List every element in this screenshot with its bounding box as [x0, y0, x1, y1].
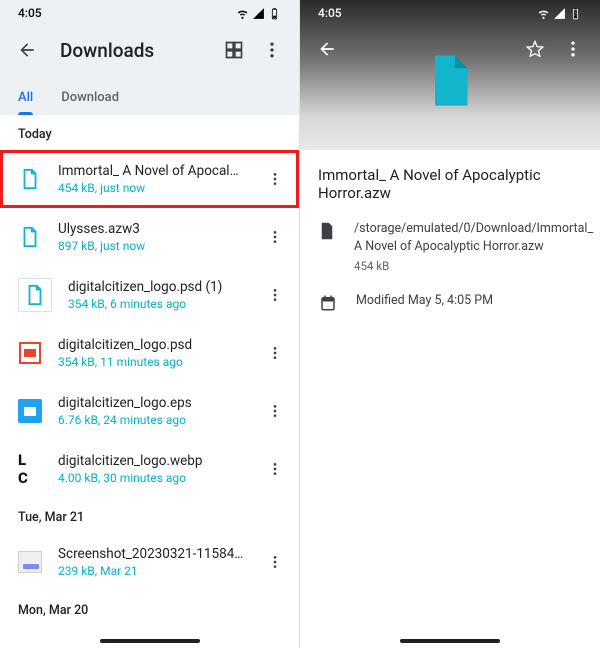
downloads-screen: 4:05 Downloads All Download: [0, 0, 300, 648]
file-meta: 239 kB, Mar 21: [58, 564, 245, 578]
signal-icon: [252, 7, 265, 20]
status-time: 4:05: [18, 6, 42, 20]
status-icons: [236, 7, 281, 20]
file-path-row: /storage/emulated/0/Download/Immortal_ A…: [318, 220, 582, 274]
calendar-icon: [318, 292, 338, 312]
image-icon: L C: [18, 457, 42, 481]
page-title: Downloads: [60, 39, 201, 62]
star-button[interactable]: [518, 32, 552, 66]
back-button[interactable]: [10, 33, 44, 67]
status-icons: [537, 7, 582, 20]
image-icon: [18, 341, 42, 365]
app-bar: Downloads: [0, 26, 299, 74]
file-meta: 6.76 kB, 24 minutes ago: [58, 413, 245, 427]
item-overflow-button[interactable]: [261, 345, 289, 361]
file-type-icon: [420, 45, 480, 121]
overflow-menu-button[interactable]: [556, 32, 590, 66]
battery-icon: [569, 7, 582, 20]
file-title: Immortal_ A Novel of Apocalyptic Horror.…: [318, 166, 582, 202]
thumbnail-icon: [18, 550, 42, 574]
file-name: digitalcitizen_logo.eps: [58, 395, 245, 411]
list-item[interactable]: Immortal_ A Novel of Apocalyptic ... 454…: [0, 150, 299, 208]
view-grid-button[interactable]: [217, 33, 251, 67]
file-meta: 897 kB, just now: [58, 239, 245, 253]
gesture-nav-bar[interactable]: [100, 639, 200, 643]
file-name: digitalcitizen_logo.psd: [58, 337, 245, 353]
image-icon: [18, 399, 42, 423]
file-list: Today Immortal_ A Novel of Apocalyptic .…: [0, 115, 299, 626]
modified-text: Modified May 5, 4:05 PM: [356, 292, 582, 310]
file-size: 454 kB: [354, 258, 593, 274]
tab-all[interactable]: All: [18, 84, 33, 115]
file-name: Immortal_ A Novel of Apocalyptic ...: [58, 163, 245, 179]
file-path: /storage/emulated/0/Download/Immortal_ A…: [354, 220, 593, 255]
signal-icon: [553, 7, 566, 20]
status-bar: 4:05: [0, 0, 299, 26]
file-details-screen: 4:05 Immortal_ A Novel of Apocalyptic Ho…: [300, 0, 600, 648]
item-overflow-button[interactable]: [261, 403, 289, 419]
section-label: Tue, Mar 21: [0, 498, 299, 533]
list-item[interactable]: Screenshot_20230321-115846.jpg 239 kB, M…: [0, 533, 299, 591]
file-name: Ulysses.azw3: [58, 221, 245, 237]
file-meta: 454 kB, just now: [58, 181, 245, 195]
wifi-icon: [537, 7, 550, 20]
overflow-menu-button[interactable]: [255, 33, 289, 67]
file-icon: [18, 278, 52, 312]
item-overflow-button[interactable]: [261, 171, 289, 187]
tabs: All Download: [0, 74, 299, 115]
tab-download[interactable]: Download: [61, 84, 119, 115]
back-button[interactable]: [310, 32, 344, 66]
file-modified-row: Modified May 5, 4:05 PM: [318, 292, 582, 312]
item-overflow-button[interactable]: [261, 554, 289, 570]
list-item[interactable]: digitalcitizen_logo.eps 6.76 kB, 24 minu…: [0, 382, 299, 440]
list-item[interactable]: L C digitalcitizen_logo.webp 4.00 kB, 30…: [0, 440, 299, 498]
wifi-icon: [236, 7, 249, 20]
file-icon: [18, 225, 42, 249]
file-icon: [318, 220, 336, 240]
file-meta: 4.00 kB, 30 minutes ago: [58, 471, 245, 485]
list-item[interactable]: digitalcitizen_logo.psd 354 kB, 11 minut…: [0, 324, 299, 382]
battery-icon: [268, 7, 281, 20]
file-meta: 354 kB, 6 minutes ago: [68, 297, 245, 311]
file-name: digitalcitizen_logo.webp: [58, 453, 245, 469]
item-overflow-button[interactable]: [261, 287, 289, 303]
file-name: Screenshot_20230321-115846.jpg: [58, 546, 245, 562]
details-hero: 4:05: [300, 0, 600, 150]
item-overflow-button[interactable]: [261, 461, 289, 477]
file-icon: [18, 167, 42, 191]
list-item[interactable]: digitalcitizen_logo.psd (1) 354 kB, 6 mi…: [0, 266, 299, 324]
section-label: Mon, Mar 20: [0, 591, 299, 626]
gesture-nav-bar[interactable]: [400, 639, 500, 643]
status-bar: 4:05: [300, 0, 600, 26]
file-meta: 354 kB, 11 minutes ago: [58, 355, 245, 369]
item-overflow-button[interactable]: [261, 229, 289, 245]
status-time: 4:05: [318, 6, 342, 20]
file-name: digitalcitizen_logo.psd (1): [68, 279, 245, 295]
list-item[interactable]: Ulysses.azw3 897 kB, just now: [0, 208, 299, 266]
section-label: Today: [0, 115, 299, 150]
